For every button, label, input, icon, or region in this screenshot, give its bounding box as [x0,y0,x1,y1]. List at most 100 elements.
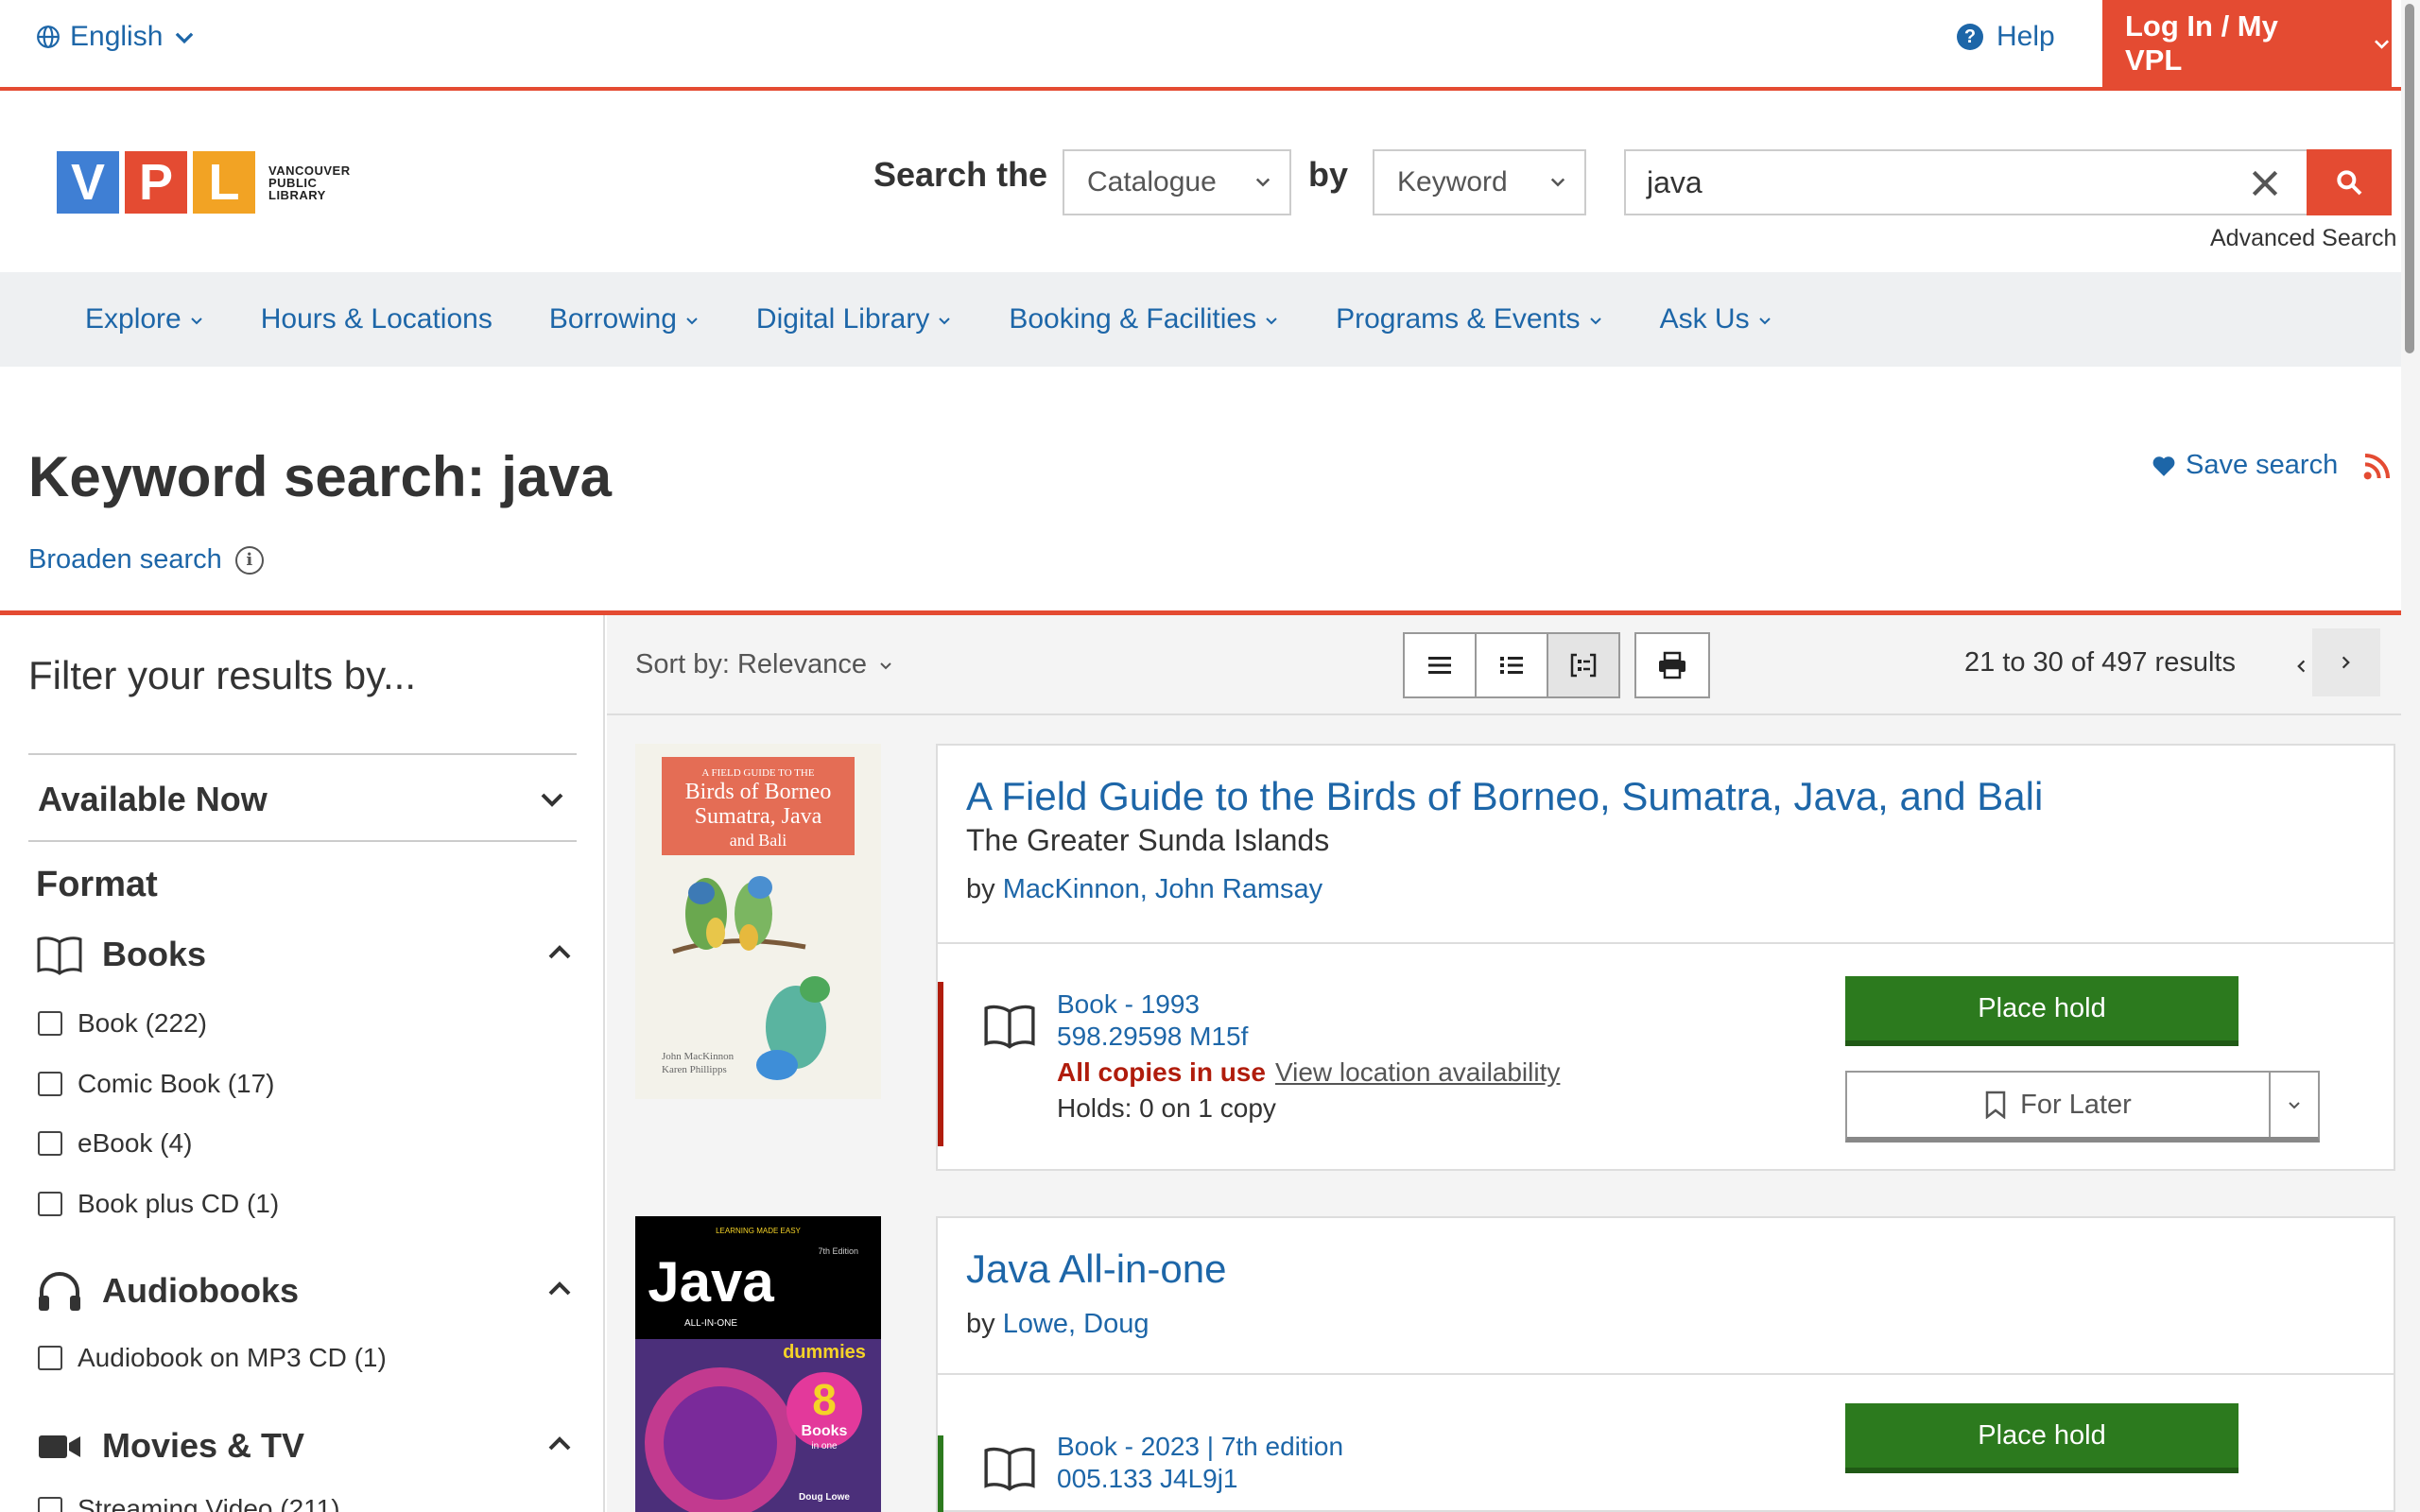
vpl-logo[interactable]: V P L VANCOUVER PUBLIC LIBRARY [57,151,351,214]
filter-label: eBook (4) [78,1128,193,1158]
available-now-facet[interactable]: Available Now [28,753,577,842]
checkbox[interactable] [38,1072,62,1096]
search-icon [2337,170,2362,196]
book-cover-art: A FIELD GUIDE TO THE Birds of Borneo Sum… [635,744,881,1099]
filter-comic-book[interactable]: Comic Book (17) [38,1069,275,1099]
cover-text: A FIELD GUIDE TO THE [701,767,814,779]
advanced-search-link[interactable]: Advanced Search [2210,225,2396,252]
edition-link[interactable]: Book - 1993 [1057,989,1200,1020]
result-title-link[interactable]: A Field Guide to the Birds of Borneo, Su… [966,774,2043,819]
nav-borrowing[interactable]: Borrowing [549,303,700,335]
call-number: 005.133 J4L9j1 [1057,1464,1238,1493]
books-facet-header[interactable]: Books [36,933,206,976]
result-author-line: by Lowe, Doug [966,1309,1149,1340]
book-icon [37,936,82,975]
save-search-label: Save search [2186,450,2339,480]
filter-book[interactable]: Book (222) [38,1008,207,1039]
search-query: java [1647,164,1703,199]
heading-prefix: Keyword search: [28,445,502,508]
next-page-button[interactable] [2312,628,2380,696]
nav-digital-library[interactable]: Digital Library [756,303,952,335]
sort-select[interactable]: Sort by: Relevance [635,649,893,680]
view-brief-button[interactable] [1475,632,1548,698]
availability-indicator [938,1435,943,1512]
save-search-button[interactable]: Save search [2152,450,2338,481]
chevron-right-icon [2342,656,2350,669]
heading-term: java [501,445,612,508]
clear-icon[interactable] [2246,164,2284,202]
filter-label: Comic Book (17) [78,1069,275,1098]
result-card: A Field Guide to the Birds of Borneo, Su… [936,744,2395,1171]
nav-booking-facilities[interactable]: Booking & Facilities [1009,303,1279,335]
nav-explore[interactable]: Explore [85,303,204,335]
cover-text: Java [648,1250,774,1314]
author-link[interactable]: MacKinnon, John Ramsay [1003,874,1323,904]
logo-letter-l: L [193,151,255,214]
info-icon[interactable]: i [234,545,264,575]
for-later-dropdown[interactable] [2271,1073,2318,1137]
checkbox[interactable] [38,1011,62,1036]
filter-label: Book (222) [78,1008,207,1038]
checkbox[interactable] [38,1346,62,1370]
book-icon [984,1005,1035,1049]
chevron-up-icon[interactable] [544,936,575,967]
broaden-search-link[interactable]: Broaden search i [28,544,264,576]
view-mode-group [1403,632,1620,698]
place-hold-button[interactable]: Place hold [1845,1403,2238,1473]
card-divider [938,1373,2394,1375]
filter-label: Audiobook on MP3 CD (1) [78,1343,387,1372]
chevron-down-icon [2289,1102,2300,1109]
login-label: Log In / My VPL [2125,9,2278,77]
card-divider [938,942,2394,944]
result-author-line: by MacKinnon, John Ramsay [966,874,1322,905]
filter-book-plus-cd[interactable]: Book plus CD (1) [38,1189,279,1219]
filter-ebook[interactable]: eBook (4) [38,1128,192,1159]
author-link[interactable]: Lowe, Doug [1003,1309,1150,1339]
search-scope-select[interactable]: Catalogue [1063,149,1291,215]
page-scrollbar[interactable] [2401,0,2420,1512]
chevron-down-icon [189,303,204,335]
language-selector[interactable]: English [36,21,197,53]
bulleted-list-icon [1500,657,1523,674]
nav-programs-events[interactable]: Programs & Events [1336,303,1602,335]
chevron-up-icon[interactable] [544,1428,575,1458]
book-cover[interactable]: LEARNING MADE EASY 7th Edition Java ALL-… [635,1216,881,1512]
for-later-main[interactable]: For Later [1847,1073,2271,1137]
filter-streaming-video[interactable]: Streaming Video (211) [38,1494,340,1512]
chevron-down-icon [2374,40,2389,49]
scrollbar-thumb[interactable] [2405,4,2414,353]
login-button[interactable]: Log In / My VPL [2102,0,2392,87]
nav-hours-locations[interactable]: Hours & Locations [261,303,493,335]
chevron-down-icon [684,303,700,335]
view-list-button[interactable] [1403,632,1477,698]
search-button[interactable] [2307,149,2392,215]
logo-text: VANCOUVER PUBLIC LIBRARY [268,164,351,201]
edition-link[interactable]: Book - 2023 | 7th edition [1057,1432,1343,1462]
chevron-up-icon[interactable] [544,1273,575,1303]
result-count: 21 to 30 of 497 results [1964,647,2236,678]
for-later-button[interactable]: For Later [1845,1071,2320,1143]
bookmark-icon [1985,1091,2006,1119]
nav-ask-us[interactable]: Ask Us [1660,303,1772,335]
cover-author: Karen Phillipps [662,1064,727,1075]
checkbox[interactable] [38,1131,62,1156]
checkbox[interactable] [38,1497,62,1512]
help-link[interactable]: ? Help [1957,21,2055,53]
for-later-label: For Later [2020,1089,2132,1120]
cover-text: 7th Edition [818,1246,858,1256]
search-field-select[interactable]: Keyword [1373,149,1586,215]
chevron-down-icon [937,303,952,335]
audiobooks-facet-header[interactable]: Audiobooks [36,1269,299,1313]
movies-tv-facet-header[interactable]: Movies & TV [36,1424,304,1468]
book-cover[interactable]: A FIELD GUIDE TO THE Birds of Borneo Sum… [635,744,881,1099]
view-detailed-button[interactable] [1547,632,1620,698]
detail-view-icon [1570,653,1597,678]
result-title-link[interactable]: Java All-in-one [966,1246,1226,1292]
place-hold-button[interactable]: Place hold [1845,976,2238,1046]
rss-icon[interactable] [2361,452,2392,482]
checkbox[interactable] [38,1192,62,1216]
search-input[interactable]: java [1624,149,2307,215]
print-button[interactable] [1634,632,1710,698]
filter-audiobook-mp3-cd[interactable]: Audiobook on MP3 CD (1) [38,1343,387,1373]
location-availability-link[interactable]: View location availability [1275,1057,1560,1087]
